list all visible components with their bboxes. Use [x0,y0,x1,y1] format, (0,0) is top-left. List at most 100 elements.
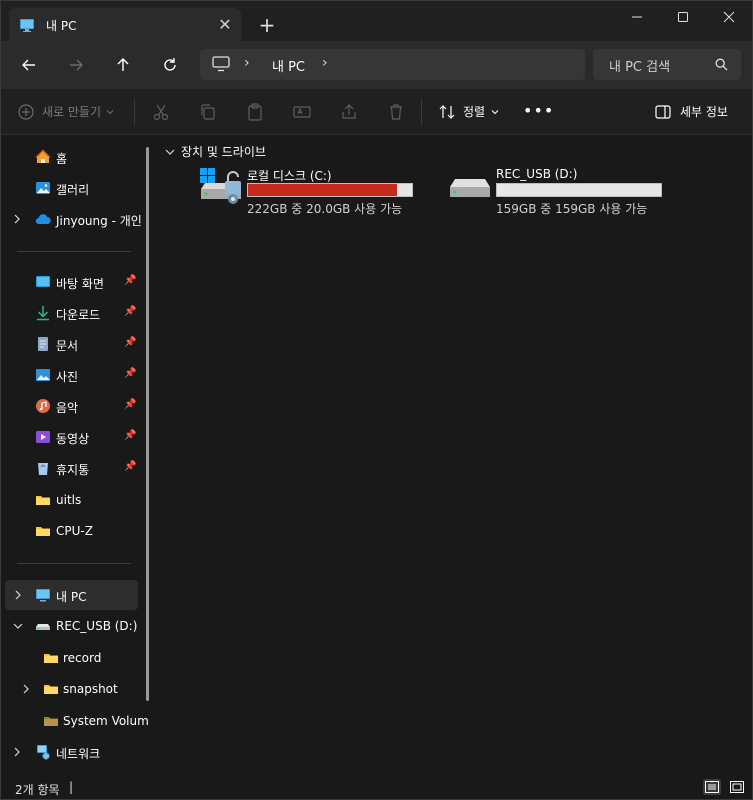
folder-icon [36,496,50,505]
system-drive-icon [200,168,241,204]
folder-icon [36,527,50,536]
sidebar-item-rec-usb[interactable]: REC_USB (D:) [1,612,141,640]
divider [17,251,131,252]
maximize-button[interactable] [660,1,706,33]
sidebar-item-onedrive[interactable]: Jinyoung - 개인 [1,205,142,233]
sidebar-item-downloads[interactable]: 다운로드 📌 [1,299,141,327]
sidebar-item-system-volume[interactable]: System Volum [1,707,149,735]
sidebar-item-label: 내 PC [56,590,87,604]
refresh-button[interactable] [156,51,184,79]
monitor-icon [36,589,50,602]
sidebar-item-uitls[interactable]: uitls [1,486,141,514]
minimize-button[interactable] [614,1,660,33]
item-count: 2개 항목 [15,783,60,797]
sidebar-item-label: Jinyoung - 개인 [56,214,142,228]
search-input[interactable]: 내 PC 검색 [593,49,741,80]
divider [134,99,135,125]
pin-icon: 📌 [124,430,137,441]
sidebar-item-label: record [63,651,102,665]
sidebar-item-label: 동영상 [56,432,90,446]
sidebar-item-pictures[interactable]: 사진 📌 [1,361,141,389]
sidebar-item-label: 갤러리 [56,183,90,197]
drive-usage-bar [247,183,413,197]
tab-this-pc[interactable]: 내 PC ✕ [9,8,241,41]
sidebar-item-cpuz[interactable]: CPU-Z [1,517,141,545]
details-label: 세부 정보 [680,105,728,119]
drive-name: 로컬 디스크 (C:) [247,169,332,183]
group-header-devices[interactable]: 장치 및 드라이브 [165,143,266,160]
sidebar-item-label: 문서 [56,339,79,353]
sidebar-item-this-pc[interactable]: 내 PC [5,580,138,610]
chevron-right-icon[interactable] [22,684,30,694]
usb-drive-icon [36,624,50,630]
chevron-right-icon[interactable] [14,590,22,600]
details-pane-button[interactable]: 세부 정보 [655,103,728,120]
chevron-down-icon[interactable] [13,622,23,630]
status-bar: 2개 항목 | [1,775,752,799]
more-options-button[interactable]: ••• [523,101,554,120]
sidebar-item-recycle-bin[interactable]: 휴지통 📌 [1,454,141,482]
recycle-bin-icon [38,463,48,475]
search-icon [715,58,728,71]
cut-icon[interactable] [151,102,171,122]
delete-icon[interactable] [386,102,406,122]
sidebar-item-label: snapshot [63,682,118,696]
close-window-button[interactable] [706,1,752,33]
chevron-right-icon[interactable]: › [244,55,250,71]
forward-button[interactable] [62,51,90,79]
paste-icon[interactable] [245,102,265,122]
back-button[interactable] [15,51,43,79]
file-explorer-window: 내 PC ✕ + › 내 PC › 내 PC 검색 새로 만들기 정렬 ••• … [0,0,753,800]
rename-icon[interactable] [292,102,312,122]
up-button[interactable] [109,51,137,79]
sidebar-item-label: CPU-Z [56,524,93,538]
sidebar-item-gallery[interactable]: 갤러리 [1,174,141,202]
drive-free-space: 222GB 중 20.0GB 사용 가능 [247,202,403,216]
address-bar[interactable]: › 내 PC › [200,49,585,80]
sort-button[interactable]: 정렬 [439,103,499,120]
pin-icon: 📌 [124,337,137,348]
details-view-button[interactable] [703,779,721,795]
sidebar-item-desktop[interactable]: 바탕 화면 📌 [1,268,141,296]
chevron-right-icon[interactable]: › [322,55,328,71]
minimize-icon [632,16,642,18]
chevron-right-icon[interactable] [13,747,21,757]
refresh-icon [164,58,176,71]
sidebar-item-label: REC_USB (D:) [56,619,138,633]
sidebar-item-home[interactable]: 홈 [1,143,141,171]
drive-usage-bar [496,183,662,197]
group-header-label: 장치 및 드라이브 [181,145,266,159]
search-placeholder: 내 PC 검색 [609,60,671,75]
drive-item-d[interactable]: REC_USB (D:) 159GB 중 159GB 사용 가능 [448,167,698,217]
sidebar-item-videos[interactable]: 동영상 📌 [1,423,141,451]
status-separator: | [69,780,74,794]
picture-icon [36,369,50,381]
folder-icon [44,717,58,726]
plus-circle-icon [18,103,34,120]
sidebar-item-network[interactable]: 네트워크 [1,738,141,766]
sidebar-item-label: 휴지통 [56,463,90,477]
details-pane-icon [655,104,671,119]
drive-name: REC_USB (D:) [496,167,578,181]
share-icon[interactable] [339,102,359,122]
desktop-icon [36,276,50,287]
sidebar-scrollbar[interactable] [146,147,149,701]
sidebar-item-documents[interactable]: 문서 📌 [1,330,141,358]
chevron-right-icon[interactable] [13,214,21,224]
pin-icon: 📌 [124,306,137,317]
command-bar: 새로 만들기 정렬 ••• 세부 정보 [1,89,752,135]
new-button[interactable]: 새로 만들기 [18,103,114,120]
close-tab-button[interactable]: ✕ [214,13,236,35]
sidebar-item-record[interactable]: record [1,644,141,672]
cloud-icon [35,214,51,225]
monitor-icon [212,56,230,72]
new-tab-button[interactable]: + [255,13,279,37]
drive-free-space: 159GB 중 159GB 사용 가능 [496,202,648,216]
drive-item-c[interactable]: 로컬 디스크 (C:) 222GB 중 20.0GB 사용 가능 [199,167,449,217]
breadcrumb-this-pc[interactable]: 내 PC [272,56,305,75]
tiles-view-button[interactable] [728,779,746,795]
navigation-pane: 홈 갤러리 Jinyoung - 개인 바탕 화면 📌 다운로드 📌 문서 📌 [1,135,157,775]
sidebar-item-music[interactable]: 음악 📌 [1,392,141,420]
copy-icon[interactable] [198,102,218,122]
sidebar-item-snapshot[interactable]: snapshot [1,675,141,703]
